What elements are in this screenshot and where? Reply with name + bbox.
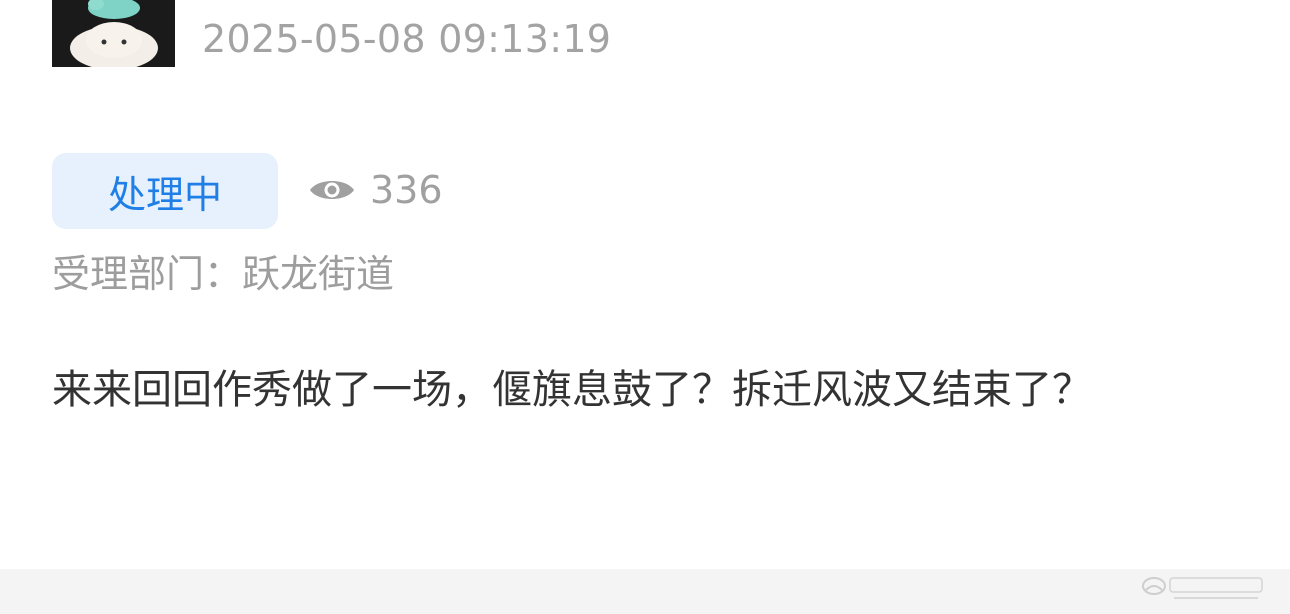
post-content: 来来回回作秀做了一场，偃旗息鼓了？拆迁风波又结束了？ <box>52 367 1092 413</box>
footer-band <box>0 569 1290 614</box>
view-count: 336 <box>308 166 443 214</box>
watermark-logo <box>1140 572 1270 608</box>
avatar[interactable] <box>52 0 175 67</box>
department-label: 受理部门：跃龙街道 <box>52 252 395 296</box>
status-label: 处理中 <box>107 172 222 217</box>
post-timestamp: 2025-05-08 09:13:19 <box>202 17 612 61</box>
eye-icon <box>308 175 356 205</box>
status-badge: 处理中 <box>52 153 278 229</box>
view-count-value: 336 <box>370 168 443 212</box>
